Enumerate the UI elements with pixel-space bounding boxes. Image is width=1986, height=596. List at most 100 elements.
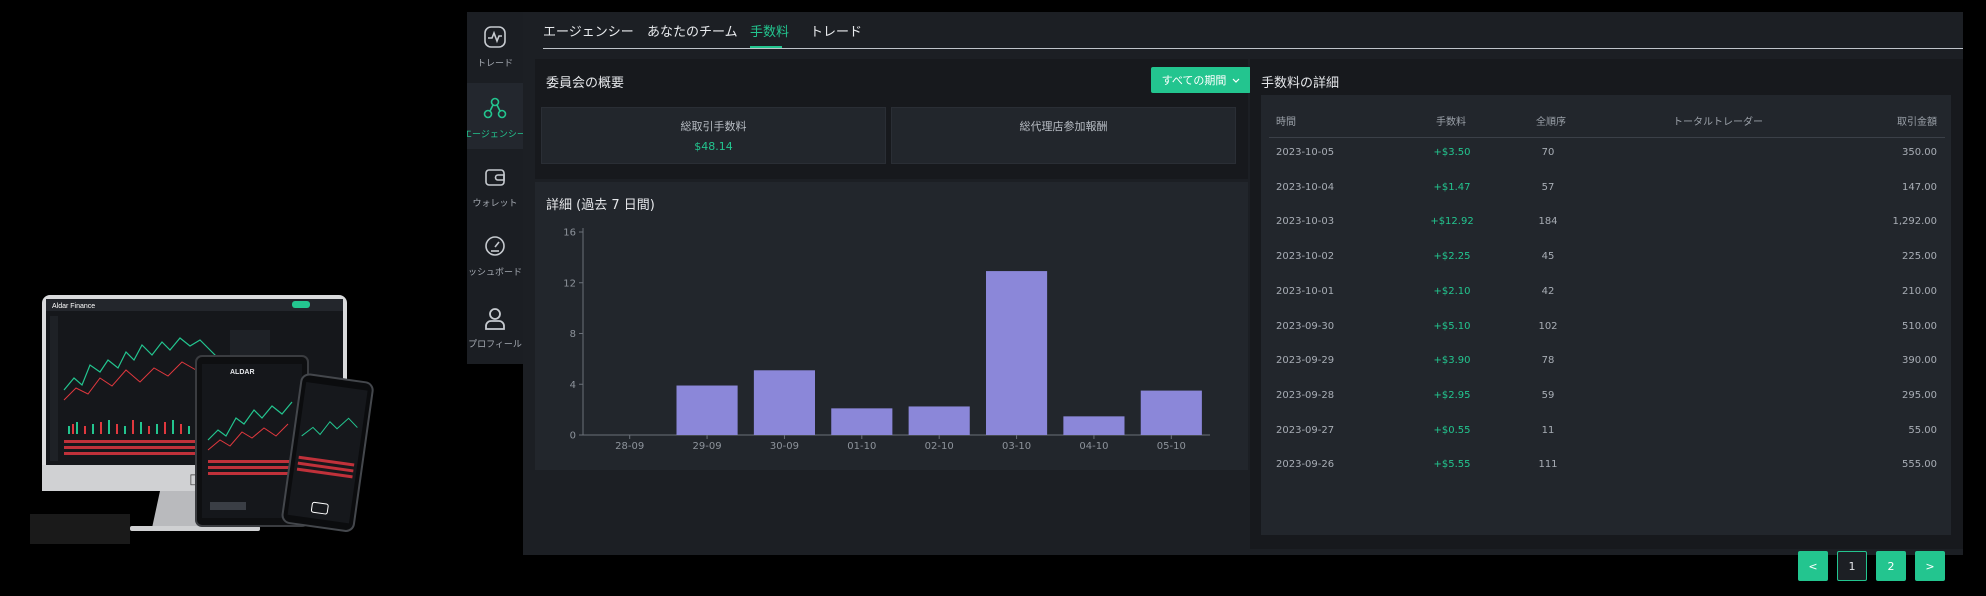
cell-amount: 350.00 — [1902, 147, 1937, 158]
chevron-right-icon: > — [1925, 559, 1935, 573]
cell-orders: 102 — [1538, 320, 1558, 332]
dashboard-gauge-icon — [480, 231, 510, 261]
agent-reward-label: 総代理店参加報酬 — [1019, 120, 1108, 133]
bar — [831, 408, 893, 435]
chart-title: 詳細 (過去 7 日間) — [546, 198, 655, 213]
cell-orders: 59 — [1541, 389, 1555, 401]
x-tick-label: 02-10 — [925, 441, 954, 452]
overview-card: 委員会の概要 すべての期間 総取引手数料 $48.14 総代理店参加報酬 — [535, 59, 1251, 179]
sidebar-item-dashboard[interactable]: ッシュボード — [467, 221, 523, 287]
table-row: 2023-09-28 +$2.95 59 295.00 — [1261, 390, 1951, 424]
network-icon — [480, 93, 510, 123]
cell-amount: 555.00 — [1902, 459, 1937, 471]
cell-time: 2023-10-02 — [1276, 251, 1335, 263]
cell-time: 2023-10-03 — [1276, 216, 1335, 228]
details-card: 手数料の詳細 時間 手数料 全順序 トータルトレーダー 取引金額 2023-10… — [1250, 59, 1963, 581]
x-tick-label: 01-10 — [847, 441, 876, 452]
sidebar-item-agency[interactable]: エージェンシー — [467, 83, 523, 149]
cell-orders: 45 — [1541, 251, 1555, 263]
table-row: 2023-09-27 +$0.55 11 55.00 — [1261, 425, 1951, 459]
cell-amount: 1,292.00 — [1892, 216, 1937, 228]
page-number: 2 — [1887, 559, 1895, 573]
device-mockup-image: Aldar Finance  ALDAR — [30, 290, 460, 550]
cell-time: 2023-10-01 — [1276, 285, 1335, 297]
cell-fee: +$3.90 — [1433, 355, 1471, 367]
next-page-button[interactable]: > — [1915, 551, 1945, 581]
bar — [1140, 390, 1202, 435]
sidebar-item-label: ウォレット — [472, 199, 518, 209]
cell-time: 2023-09-29 — [1276, 355, 1335, 367]
cell-orders: 11 — [1541, 424, 1555, 436]
cell-time: 2023-09-26 — [1276, 459, 1335, 471]
cell-amount: 147.00 — [1902, 181, 1937, 193]
tab-bar: エージェンシー あなたのチーム 手数料 トレード — [523, 12, 1963, 49]
bar — [985, 271, 1048, 435]
chevron-left-icon: < — [1808, 559, 1818, 573]
total-commission-label: 総取引手数料 — [680, 120, 747, 133]
bar — [1063, 416, 1125, 435]
column-header-amount: 取引金額 — [1897, 117, 1937, 128]
cell-amount: 295.00 — [1902, 389, 1937, 401]
sidebar-item-wallet[interactable]: ウォレット — [467, 152, 523, 218]
x-tick-label: 29-09 — [693, 441, 722, 452]
overview-title: 委員会の概要 — [546, 76, 625, 91]
y-tick-label: 4 — [570, 380, 576, 391]
cell-orders: 111 — [1538, 459, 1558, 471]
bar — [753, 370, 816, 435]
header-divider — [1269, 137, 1945, 138]
table-row: 2023-09-26 +$5.55 111 555.00 — [1261, 459, 1951, 493]
prev-page-button[interactable]: < — [1798, 551, 1828, 581]
activity-icon — [480, 22, 510, 52]
details-table: 時間 手数料 全順序 トータルトレーダー 取引金額 2023-10-05 +$3.… — [1261, 95, 1951, 535]
tab-your-team[interactable]: あなたのチーム — [647, 21, 738, 40]
table-row: 2023-10-04 +$1.47 57 147.00 — [1261, 182, 1951, 216]
total-commission-value: $48.14 — [694, 140, 733, 153]
main-panel: エージェンシー あなたのチーム 手数料 トレード 委員会の概要 すべての期間 総… — [523, 12, 1963, 581]
sidebar: トレード エージェンシー ウォレット ッシュボード プロフィール — [467, 12, 523, 364]
page: Aldar Finance  ALDAR — [0, 0, 1986, 596]
cell-orders: 184 — [1538, 216, 1558, 228]
tab-commission[interactable]: 手数料 — [750, 21, 789, 40]
sidebar-item-label: エージェンシー — [467, 130, 523, 140]
sidebar-item-label: トレード — [476, 59, 513, 69]
details-title: 手数料の詳細 — [1261, 76, 1340, 91]
sidebar-item-label: プロフィール — [468, 340, 522, 350]
period-select-label: すべての期間 — [1161, 74, 1227, 87]
cell-fee: +$1.47 — [1433, 181, 1471, 193]
cell-fee: +$2.10 — [1433, 285, 1471, 297]
table-row: 2023-09-29 +$3.90 78 390.00 — [1261, 355, 1951, 389]
cell-time: 2023-09-28 — [1276, 389, 1335, 401]
column-header-traders: トータルトレーダー — [1673, 117, 1763, 128]
cell-orders: 42 — [1541, 285, 1555, 297]
page-number: 1 — [1848, 559, 1856, 573]
tab-trade[interactable]: トレード — [810, 21, 862, 40]
cell-fee: +$0.55 — [1433, 424, 1471, 436]
y-tick-label: 16 — [563, 228, 576, 239]
cell-fee: +$5.10 — [1433, 320, 1471, 332]
tab-agency[interactable]: エージェンシー — [543, 21, 634, 40]
x-tick-label: 28-09 — [615, 441, 644, 452]
table-row: 2023-10-05 +$3.50 70 350.00 — [1261, 147, 1951, 181]
mockup-app-title: Aldar Finance — [52, 303, 95, 310]
cell-fee: +$3.50 — [1433, 147, 1471, 158]
x-tick-label: 05-10 — [1157, 441, 1186, 452]
bar-chart: 0 4 8 12 16 28-09 29-09 30-09 01-10 02-10 03-10 04-… — [563, 228, 1210, 452]
x-tick-label: 04-10 — [1079, 441, 1108, 452]
cell-amount: 55.00 — [1908, 424, 1937, 436]
column-header-orders: 全順序 — [1536, 117, 1566, 128]
page-1-button[interactable]: 1 — [1837, 551, 1867, 581]
sidebar-item-trade[interactable]: トレード — [467, 12, 523, 78]
y-tick-label: 0 — [570, 431, 576, 442]
cell-fee: +$2.95 — [1433, 389, 1471, 401]
user-icon — [480, 303, 510, 333]
y-tick-label: 8 — [570, 329, 576, 340]
cell-amount: 390.00 — [1902, 355, 1937, 367]
sidebar-item-profile[interactable]: プロフィール — [467, 293, 523, 359]
period-select-button[interactable]: すべての期間 — [1151, 67, 1251, 93]
x-tick-label: 30-09 — [770, 441, 799, 452]
cell-fee: +$5.55 — [1433, 459, 1471, 471]
chevron-down-icon — [1232, 74, 1240, 87]
total-commission-stat: 総取引手数料 $48.14 — [541, 107, 886, 164]
column-header-time: 時間 — [1276, 117, 1296, 128]
page-2-button[interactable]: 2 — [1876, 551, 1906, 581]
